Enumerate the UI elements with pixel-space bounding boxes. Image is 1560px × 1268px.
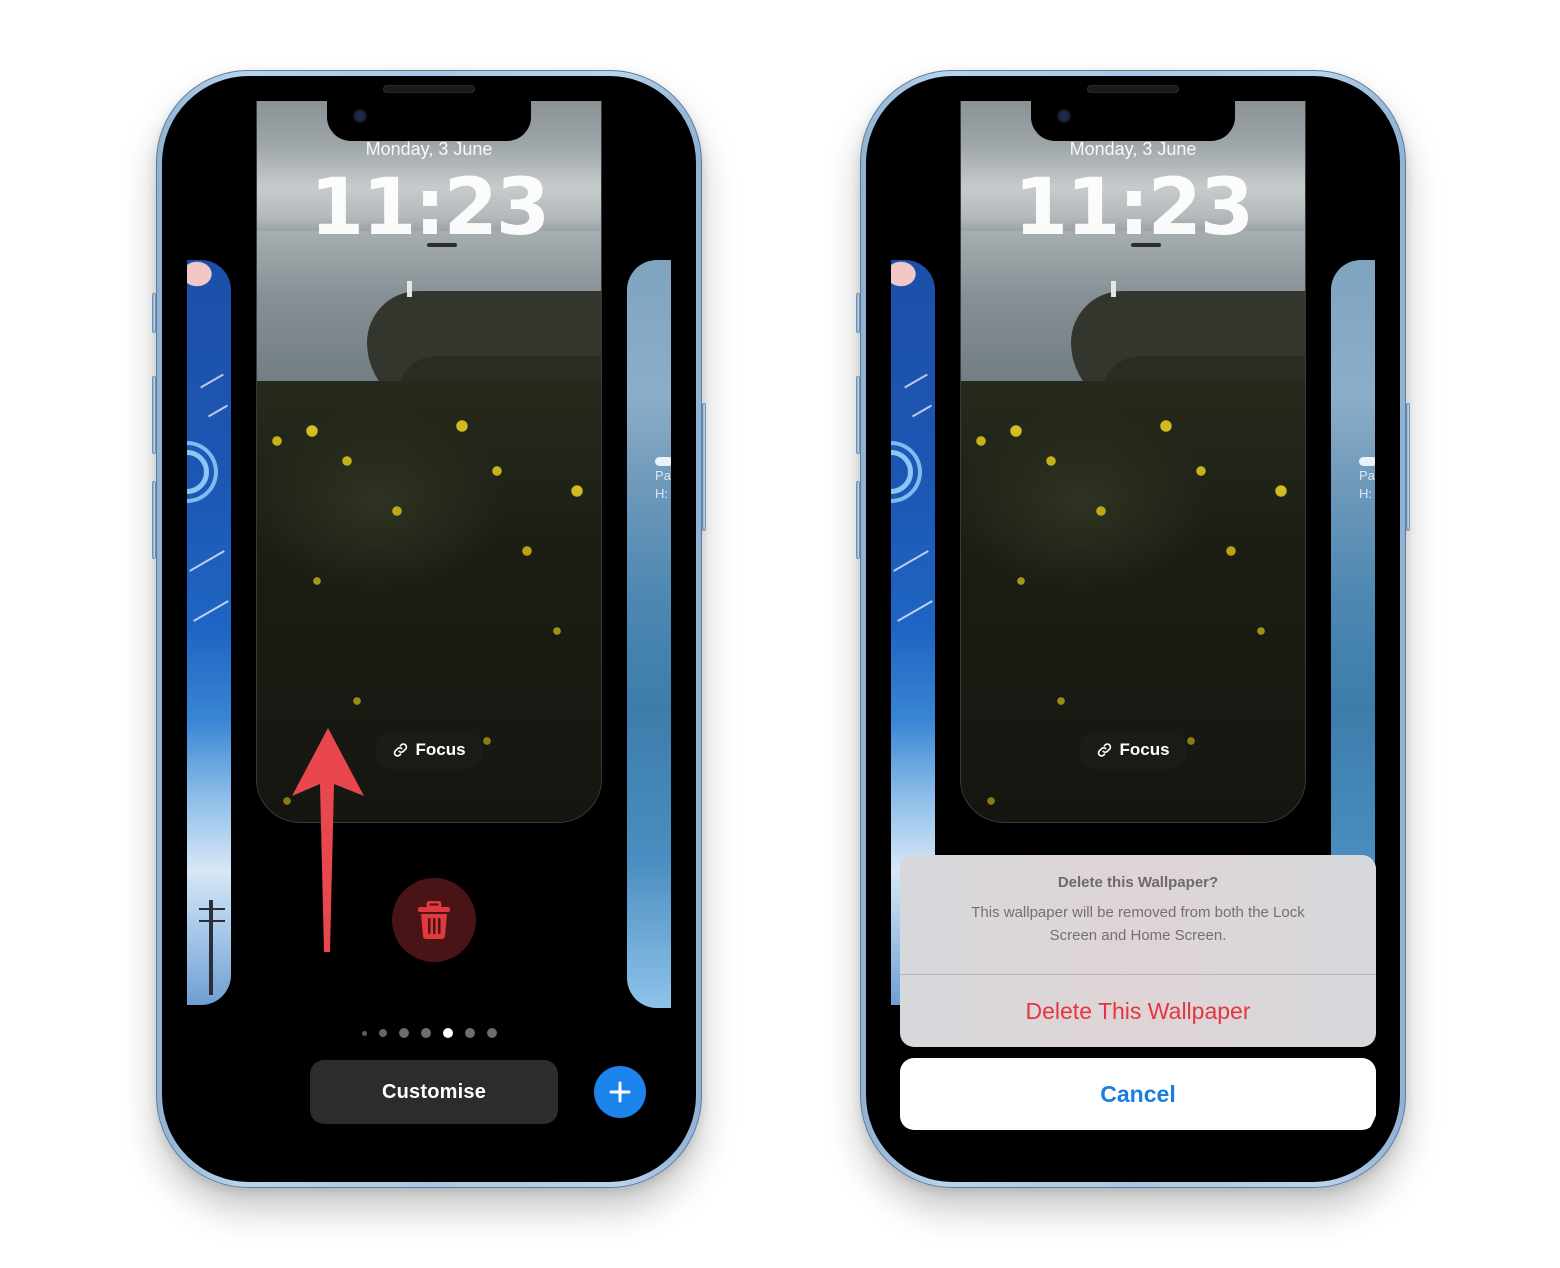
link-icon (1097, 743, 1112, 757)
partly-cloudy-icon (1359, 457, 1375, 466)
focus-link-button[interactable]: Focus (374, 731, 484, 769)
trash-icon (418, 901, 450, 939)
lock-screen-wallpaper-card[interactable]: Monday, 3 June 11:23 Focus (960, 101, 1306, 823)
lock-screen-date: Monday, 3 June (1069, 139, 1197, 159)
cancel-button[interactable]: Cancel (900, 1058, 1376, 1130)
customise-button[interactable]: Customise (310, 1060, 558, 1124)
power-button (1406, 403, 1410, 531)
wallpaper-lighthouse (407, 281, 412, 297)
focus-ring-graphic (891, 450, 913, 494)
delete-wallpaper-action-sheet: Delete this Wallpaper? This wallpaper wi… (900, 855, 1376, 1047)
power-button (702, 403, 706, 531)
volume-up-button (856, 376, 860, 454)
page-dot[interactable] (487, 1028, 497, 1038)
wallpaper-preview-next[interactable]: Pa H: (627, 260, 671, 1008)
weather-high-text: H: (655, 486, 668, 501)
page-indicator[interactable] (362, 1028, 497, 1038)
focus-ring-graphic (187, 450, 209, 494)
page-dot-active[interactable] (443, 1028, 453, 1038)
lock-screen-time: 11:23 (1013, 163, 1254, 253)
volume-down-button (152, 481, 156, 559)
screen: Pa H: Monday, 3 June 11:23 Focus Delete … (886, 96, 1380, 1162)
wallpaper-preview-previous[interactable] (187, 260, 231, 1005)
earpiece-speaker (1087, 85, 1179, 93)
arrow-up-icon (292, 728, 364, 952)
page-dot[interactable] (379, 1029, 387, 1037)
lock-screen-date: Monday, 3 June (365, 139, 493, 159)
weather-condition-text: Pa (1359, 468, 1375, 483)
utility-pole-graphic (209, 900, 213, 995)
screen: Pa H: Monday, 3 June 11:23 Focus Customi… (182, 96, 676, 1162)
page-dot[interactable] (399, 1028, 409, 1038)
page-dot[interactable] (465, 1028, 475, 1038)
action-sheet-message: This wallpaper will be removed from both… (930, 901, 1346, 947)
bezel: Pa H: Monday, 3 June 11:23 Focus Customi… (162, 76, 696, 1182)
link-icon (393, 743, 408, 757)
front-camera (353, 109, 367, 123)
volume-up-button (152, 376, 156, 454)
delete-this-wallpaper-button[interactable]: Delete This Wallpaper (900, 975, 1376, 1047)
front-camera (1057, 109, 1071, 123)
earpiece-speaker (383, 85, 475, 93)
iphone-left: Pa H: Monday, 3 June 11:23 Focus Customi… (152, 70, 706, 1188)
volume-down-button (856, 481, 860, 559)
bezel: Pa H: Monday, 3 June 11:23 Focus Delete … (866, 76, 1400, 1182)
focus-label: Focus (1119, 740, 1170, 759)
add-wallpaper-button[interactable] (594, 1066, 646, 1118)
weather-condition-text: Pa (655, 468, 671, 483)
focus-link-button[interactable]: Focus (1078, 731, 1188, 769)
plus-icon (609, 1081, 631, 1103)
lock-screen-time: 11:23 (309, 163, 550, 253)
iphone-right: Pa H: Monday, 3 June 11:23 Focus Delete … (856, 70, 1410, 1188)
page-dot[interactable] (421, 1028, 431, 1038)
action-sheet-message-line: This wallpaper will be removed from both… (971, 904, 1305, 921)
delete-wallpaper-button[interactable] (392, 878, 476, 962)
focus-label: Focus (415, 740, 466, 759)
action-button (152, 293, 156, 333)
weather-high-text: H: (1359, 486, 1372, 501)
action-button (856, 293, 860, 333)
wallpaper-lighthouse (1111, 281, 1116, 297)
action-sheet-title: Delete this Wallpaper? (1057, 874, 1219, 891)
page-dot[interactable] (362, 1030, 367, 1036)
notch (1031, 101, 1235, 141)
partly-cloudy-icon (655, 457, 671, 466)
lock-screen-wallpaper-card[interactable]: Monday, 3 June 11:23 Focus (256, 101, 602, 823)
action-sheet-message-line: Screen and Home Screen. (1049, 927, 1227, 944)
notch (327, 101, 531, 141)
